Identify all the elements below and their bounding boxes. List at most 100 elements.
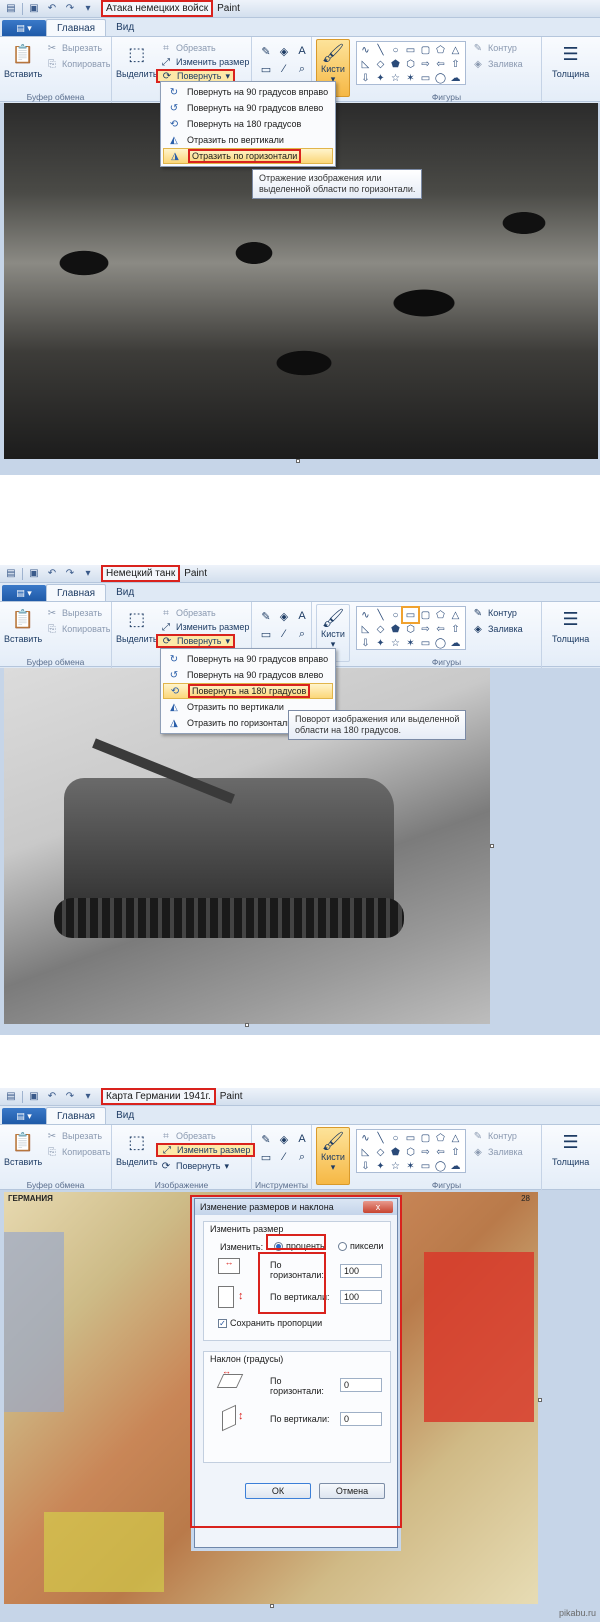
resize-handle[interactable] <box>538 1398 542 1402</box>
tab-home[interactable]: Главная <box>46 1107 107 1124</box>
pentagon-shape-icon[interactable]: ⬟ <box>388 1145 403 1159</box>
close-button[interactable]: x <box>363 1201 393 1213</box>
menu-rotate-right[interactable]: ↻ Повернуть на 90 градусов вправо <box>163 651 333 667</box>
oval-shape-icon[interactable]: ○ <box>388 608 403 622</box>
oval-shape-icon[interactable]: ○ <box>388 1131 403 1145</box>
ok-button[interactable]: ОК <box>245 1483 311 1499</box>
outline-button[interactable]: ✎ Контур <box>472 1129 517 1143</box>
menu-flip-vertical[interactable]: ◭ Отразить по вертикали <box>163 132 333 148</box>
tab-home[interactable]: Главная <box>46 584 107 601</box>
copy-button[interactable]: ⎘ Копировать <box>46 57 110 71</box>
polygon-shape-icon[interactable]: ⬠ <box>433 43 448 57</box>
tab-view[interactable]: Вид <box>106 584 144 601</box>
crop-button[interactable]: ⌗ Обрезать <box>160 606 216 620</box>
callout-rect-shape-icon[interactable]: ▭ <box>418 1159 433 1173</box>
rect-shape-icon[interactable]: ▭ <box>403 43 418 57</box>
undo-icon[interactable]: ↶ <box>45 2 59 16</box>
eraser-icon[interactable]: ▭ <box>258 61 274 77</box>
callout-oval-shape-icon[interactable]: ◯ <box>433 1159 448 1173</box>
select-button[interactable]: ⬚ Выделить <box>116 1129 158 1168</box>
copy-button[interactable]: ⎘ Копировать <box>46 622 110 636</box>
color-picker-icon[interactable]: ⁄ <box>276 626 292 642</box>
fill-button[interactable]: ◈ Заливка <box>472 1145 523 1159</box>
star4-shape-icon[interactable]: ✦ <box>373 1159 388 1173</box>
tab-home[interactable]: Главная <box>46 19 107 36</box>
skew-vertical-input[interactable]: 0 <box>340 1412 382 1426</box>
arrow-down-shape-icon[interactable]: ⇩ <box>358 71 373 85</box>
crop-button[interactable]: ⌗ Обрезать <box>160 1129 216 1143</box>
horizontal-input[interactable]: 100 <box>340 1264 382 1278</box>
save-icon[interactable]: ▣ <box>27 1090 41 1104</box>
rotate-button[interactable]: ⟳ Повернуть ▾ <box>160 1159 229 1173</box>
callout-rect-shape-icon[interactable]: ▭ <box>418 71 433 85</box>
callout-cloud-shape-icon[interactable]: ☁ <box>448 1159 463 1173</box>
quick-access-dropdown-icon[interactable]: ▾ <box>81 567 95 581</box>
undo-icon[interactable]: ↶ <box>45 1090 59 1104</box>
file-menu-button[interactable]: ▤ ▾ <box>2 1108 46 1124</box>
menu-rotate-180[interactable]: ⟲ Повернуть на 180 градусов <box>163 116 333 132</box>
star6-shape-icon[interactable]: ✶ <box>403 1159 418 1173</box>
pencil-icon[interactable]: ✎ <box>258 608 274 624</box>
callout-oval-shape-icon[interactable]: ◯ <box>433 71 448 85</box>
diamond-shape-icon[interactable]: ◇ <box>373 57 388 71</box>
polygon-shape-icon[interactable]: ⬠ <box>433 1131 448 1145</box>
oval-shape-icon[interactable]: ○ <box>388 43 403 57</box>
arrow-up-shape-icon[interactable]: ⇧ <box>448 1145 463 1159</box>
copy-button[interactable]: ⎘ Копировать <box>46 1145 110 1159</box>
text-icon[interactable]: A <box>294 608 310 624</box>
select-button[interactable]: ⬚ Выделить <box>116 606 158 645</box>
outline-button[interactable]: ✎ Контур <box>472 606 517 620</box>
fill-button[interactable]: ◈ Заливка <box>472 622 523 636</box>
arrow-left-shape-icon[interactable]: ⇦ <box>433 1145 448 1159</box>
star5-shape-icon[interactable]: ☆ <box>388 1159 403 1173</box>
skew-horizontal-input[interactable]: 0 <box>340 1378 382 1392</box>
rounded-rect-shape-icon[interactable]: ▢ <box>418 608 433 622</box>
resize-handle[interactable] <box>270 1604 274 1608</box>
curve-shape-icon[interactable]: ∿ <box>358 43 373 57</box>
color-picker-icon[interactable]: ⁄ <box>276 61 292 77</box>
arrow-up-shape-icon[interactable]: ⇧ <box>448 57 463 71</box>
keep-ratio-checkbox[interactable]: ✓ Сохранить пропорции <box>218 1318 322 1328</box>
resize-button[interactable]: ⤢ Изменить размер <box>160 620 249 634</box>
color-picker-icon[interactable]: ⁄ <box>276 1149 292 1165</box>
brushes-button[interactable]: 🖌 Кисти ▾ <box>316 1127 350 1185</box>
menu-rotate-right[interactable]: ↻ Повернуть на 90 градусов вправо <box>163 84 333 100</box>
resize-handle[interactable] <box>245 1023 249 1027</box>
quick-access-dropdown-icon[interactable]: ▾ <box>81 1090 95 1104</box>
cancel-button[interactable]: Отмена <box>319 1483 385 1499</box>
tab-view[interactable]: Вид <box>106 19 144 36</box>
line-shape-icon[interactable]: ╲ <box>373 608 388 622</box>
menu-rotate-180[interactable]: ⟲ Повернуть на 180 градусов <box>163 683 333 699</box>
resize-button[interactable]: ⤢ Изменить размер <box>160 55 249 69</box>
arrow-down-shape-icon[interactable]: ⇩ <box>358 636 373 650</box>
undo-icon[interactable]: ↶ <box>45 567 59 581</box>
hexagon-shape-icon[interactable]: ⬡ <box>403 57 418 71</box>
save-icon[interactable]: ▣ <box>27 2 41 16</box>
file-menu-button[interactable]: ▤ ▾ <box>2 20 46 36</box>
cut-button[interactable]: ✂ Вырезать <box>46 41 102 55</box>
cut-button[interactable]: ✂ Вырезать <box>46 1129 102 1143</box>
rounded-rect-shape-icon[interactable]: ▢ <box>418 1131 433 1145</box>
triangle-shape-icon[interactable]: △ <box>448 608 463 622</box>
rect-shape-icon[interactable]: ▭ <box>401 606 420 624</box>
select-button[interactable]: ⬚ Выделить <box>116 41 158 80</box>
resize-button[interactable]: ⤢ Изменить размер <box>156 1143 256 1157</box>
curve-shape-icon[interactable]: ∿ <box>358 1131 373 1145</box>
file-menu-button[interactable]: ▤ ▾ <box>2 585 46 601</box>
hexagon-shape-icon[interactable]: ⬡ <box>403 1145 418 1159</box>
fill-bucket-icon[interactable]: ◈ <box>276 608 292 624</box>
magnifier-icon[interactable]: ⌕ <box>294 61 310 77</box>
eraser-icon[interactable]: ▭ <box>258 1149 274 1165</box>
rect-shape-icon[interactable]: ▭ <box>403 1131 418 1145</box>
star6-shape-icon[interactable]: ✶ <box>403 71 418 85</box>
star5-shape-icon[interactable]: ☆ <box>388 636 403 650</box>
arrow-left-shape-icon[interactable]: ⇦ <box>433 57 448 71</box>
pencil-icon[interactable]: ✎ <box>258 43 274 59</box>
triangle-shape-icon[interactable]: △ <box>448 43 463 57</box>
right-triangle-shape-icon[interactable]: ◺ <box>358 1145 373 1159</box>
app-menu-icon[interactable]: ▤ <box>4 2 18 16</box>
polygon-shape-icon[interactable]: ⬠ <box>433 608 448 622</box>
pentagon-shape-icon[interactable]: ⬟ <box>388 622 403 636</box>
text-icon[interactable]: A <box>294 1131 310 1147</box>
callout-rect-shape-icon[interactable]: ▭ <box>418 636 433 650</box>
